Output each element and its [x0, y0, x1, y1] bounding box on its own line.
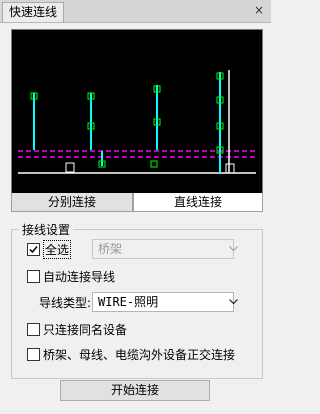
preview-drawing [18, 70, 256, 174]
tab-separate-connect[interactable]: 分别连接 [11, 193, 133, 212]
orthogonal-checkbox[interactable] [27, 347, 40, 361]
same-name-row[interactable]: 只连接同名设备 [27, 321, 127, 337]
auto-connect-checkbox[interactable] [27, 269, 40, 283]
check-icon [29, 245, 38, 253]
bottom-device [65, 162, 75, 173]
select-all-checkbox[interactable] [27, 242, 40, 256]
title-bar: 快速连线 × [0, 0, 271, 23]
wire-type-label: 导线类型: [39, 295, 92, 310]
start-connect-button[interactable]: 开始连接 [60, 380, 210, 401]
mode-tabs: 分别连接 直线连接 [11, 193, 263, 212]
bridge-combo[interactable]: 桥架 [92, 239, 238, 259]
orthogonal-label: 桥架、母线、电缆沟外设备正交连接 [43, 347, 236, 362]
device-marker [150, 160, 158, 168]
select-all-row[interactable]: 全选 [27, 239, 72, 259]
group-title: 接线设置 [19, 221, 74, 238]
wiring-preview [11, 29, 263, 195]
wire-type-row: 导线类型: [39, 294, 91, 310]
orthogonal-row[interactable]: 桥架、母线、电缆沟外设备正交连接 [27, 346, 235, 362]
auto-connect-label: 自动连接导线 [43, 269, 116, 284]
bridge-combo-value: 桥架 [98, 242, 123, 256]
auto-connect-row[interactable]: 自动连接导线 [27, 268, 115, 284]
same-name-checkbox[interactable] [27, 322, 40, 336]
bottom-device [225, 163, 235, 174]
same-name-label: 只连接同名设备 [43, 322, 128, 337]
window-title: 快速连线 [2, 2, 65, 22]
close-icon[interactable]: × [252, 3, 266, 17]
select-all-label: 全选 [43, 239, 72, 259]
tab-straight-connect[interactable]: 直线连接 [133, 193, 263, 212]
wire-type-combo[interactable]: WIRE-照明 [92, 292, 238, 312]
wire-type-value: WIRE-照明 [98, 295, 159, 309]
